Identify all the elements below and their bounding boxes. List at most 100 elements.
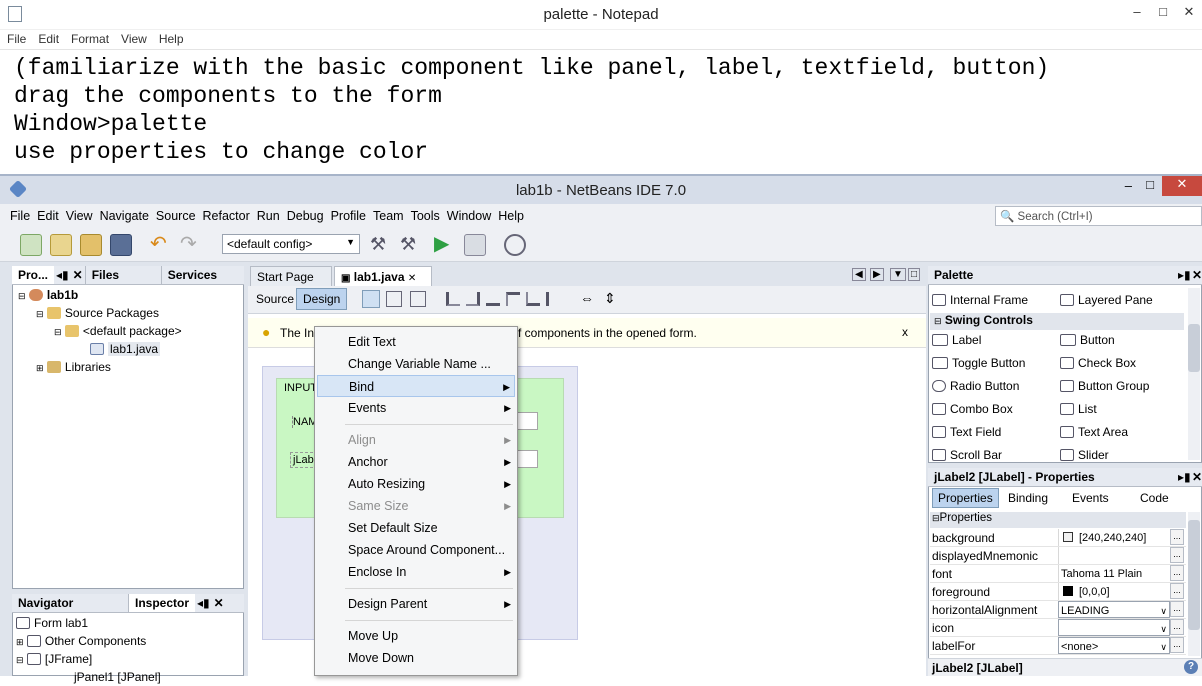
menu-profile[interactable]: Profile xyxy=(321,204,369,223)
maximize-icon[interactable]: □ xyxy=(1146,177,1154,192)
menu-file[interactable]: File xyxy=(0,30,31,46)
menu-item-set-default-size[interactable]: Set Default Size xyxy=(317,517,515,539)
minimize-icon[interactable]: ◂▮ xyxy=(195,594,212,612)
properties-scrollbar[interactable] xyxy=(1188,512,1200,656)
palette-item-button-group[interactable]: Button Group xyxy=(1060,379,1149,393)
tree-node-libraries[interactable]: ⊞ Libraries xyxy=(18,358,182,376)
menu-item-align[interactable]: Align ▶ xyxy=(317,429,515,451)
ellipsis-button[interactable]: ... xyxy=(1170,583,1184,599)
property-row-font[interactable]: font Tahoma 11 Plain... xyxy=(930,565,1186,583)
menu-view[interactable]: View xyxy=(114,30,152,46)
tab-properties[interactable]: Properties xyxy=(932,488,999,508)
property-row-foreground[interactable]: foreground [0,0,0]... xyxy=(930,583,1186,601)
tree-node-project[interactable]: ⊟ lab1b xyxy=(18,286,182,304)
close-icon[interactable]: ✕ xyxy=(1176,0,1202,26)
tab-lab1-java[interactable]: ▣ lab1.java ✕ xyxy=(334,266,432,286)
close-icon[interactable]: ✕ xyxy=(408,273,416,284)
build-icon[interactable]: ⚒ xyxy=(370,234,392,256)
align-right-icon[interactable] xyxy=(466,292,480,306)
source-button[interactable]: Source xyxy=(256,292,294,306)
menu-item-move-down[interactable]: Move Down xyxy=(317,647,515,669)
tab-code[interactable]: Code xyxy=(1140,491,1169,505)
ellipsis-button[interactable]: ... xyxy=(1170,529,1184,545)
menu-help[interactable]: Help xyxy=(152,30,189,46)
menu-item-events[interactable]: Events ▶ xyxy=(317,397,515,419)
scroll-right-icon[interactable]: ▶ xyxy=(870,268,884,281)
palette-scrollbar[interactable] xyxy=(1188,288,1200,460)
help-icon[interactable]: ? xyxy=(1184,660,1198,674)
collapse-icon[interactable]: ⊟ xyxy=(932,513,940,523)
menu-item-space-around[interactable]: Space Around Component... xyxy=(317,539,515,561)
ellipsis-button[interactable]: ... xyxy=(1170,601,1184,617)
property-row-horizontal-alignment[interactable]: horizontalAlignment LEADING ∨... xyxy=(930,601,1186,619)
inspector-jframe[interactable]: ⊟ [JFrame] xyxy=(16,650,161,668)
tab-projects[interactable]: Pro... xyxy=(12,266,55,284)
property-row-icon[interactable]: icon ∨... xyxy=(930,619,1186,637)
expand-icon[interactable]: ⊟ xyxy=(54,327,62,337)
tab-binding[interactable]: Binding xyxy=(1008,491,1048,505)
menu-window[interactable]: Window xyxy=(437,204,494,223)
expand-icon[interactable]: ⊟ xyxy=(18,291,26,301)
ellipsis-button[interactable]: ... xyxy=(1170,637,1184,653)
close-icon[interactable]: x xyxy=(902,325,908,339)
scrollbar-thumb[interactable] xyxy=(1188,324,1200,372)
center-horizontal-icon[interactable] xyxy=(486,292,500,306)
menu-item-anchor[interactable]: Anchor ▶ xyxy=(317,451,515,473)
new-project-icon[interactable] xyxy=(50,234,72,256)
tab-events[interactable]: Events xyxy=(1072,491,1109,505)
tree-node-source-packages[interactable]: ⊟ Source Packages xyxy=(18,304,182,322)
menu-item-enclose-in[interactable]: Enclose In ▶ xyxy=(317,561,515,583)
properties-section[interactable]: ⊟Properties xyxy=(930,512,1186,528)
preview-icon[interactable] xyxy=(410,291,426,307)
undo-icon[interactable]: ↶ xyxy=(150,234,172,256)
resize-horizontal-icon[interactable]: ⇔ xyxy=(580,290,594,306)
debug-icon[interactable] xyxy=(464,234,486,256)
config-select[interactable]: <default config> ▼ xyxy=(222,234,360,254)
ellipsis-button[interactable]: ... xyxy=(1170,547,1184,563)
design-button[interactable]: Design xyxy=(296,288,348,310)
palette-item-slider[interactable]: Slider xyxy=(1060,448,1109,462)
align-bottom-icon[interactable] xyxy=(526,292,540,306)
property-row-label-for[interactable]: labelFor <none> ∨... xyxy=(930,637,1186,655)
palette-item-check-box[interactable]: Check Box xyxy=(1060,356,1136,370)
palette-item-toggle-button[interactable]: Toggle Button xyxy=(932,356,1025,370)
palette-item-label[interactable]: Label xyxy=(932,333,981,347)
tab-start-page[interactable]: Start Page ✕ xyxy=(250,266,332,298)
expand-icon[interactable]: ⊞ xyxy=(36,363,44,373)
inspector-other[interactable]: ⊞ Other Components xyxy=(16,632,161,650)
chevron-down-icon[interactable]: ∨ xyxy=(1160,602,1167,620)
property-row-background[interactable]: background [240,240,240]... xyxy=(930,529,1186,547)
chevron-down-icon[interactable]: ∨ xyxy=(1160,620,1167,638)
scroll-left-icon[interactable]: ◀ xyxy=(852,268,866,281)
tab-services[interactable]: Services xyxy=(160,266,223,284)
menu-item-bind[interactable]: Bind ▶ xyxy=(317,375,515,397)
minimize-icon[interactable]: ◂▮ xyxy=(54,266,71,284)
maximize-icon[interactable]: □ xyxy=(1150,0,1176,26)
expand-icon[interactable]: ⊞ xyxy=(16,637,24,647)
menu-help[interactable]: Help xyxy=(488,204,527,223)
maximize-icon[interactable]: □ xyxy=(908,268,921,281)
close-icon[interactable]: ✕ xyxy=(71,266,85,284)
close-icon[interactable]: ✕ xyxy=(212,594,226,612)
palette-item-text-field[interactable]: Text Field xyxy=(932,425,1001,439)
menu-navigate[interactable]: Navigate xyxy=(90,204,152,223)
palette-item-combo-box[interactable]: Combo Box xyxy=(932,402,1013,416)
profile-icon[interactable] xyxy=(504,234,526,256)
input-label[interactable]: INPUT xyxy=(284,382,317,394)
menu-item-change-variable-name[interactable]: Change Variable Name ... xyxy=(317,353,515,375)
collapse-icon[interactable]: ⊟ xyxy=(934,316,942,326)
menu-edit[interactable]: Edit xyxy=(31,30,64,46)
palette-item-text-area[interactable]: Text Area xyxy=(1060,425,1128,439)
scrollbar-thumb[interactable] xyxy=(1188,520,1200,630)
menu-debug[interactable]: Debug xyxy=(277,204,327,223)
redo-icon[interactable]: ↷ xyxy=(180,234,202,256)
tree-node-file[interactable]: lab1.java xyxy=(18,340,182,358)
ellipsis-button[interactable]: ... xyxy=(1170,619,1184,635)
open-project-icon[interactable] xyxy=(80,234,102,256)
inspector-jpanel[interactable]: jPanel1 [JPanel] xyxy=(16,668,161,686)
palette-item-radio-button[interactable]: Radio Button xyxy=(932,379,1019,393)
inspector-form[interactable]: Form lab1 xyxy=(16,614,161,632)
menu-item-auto-resizing[interactable]: Auto Resizing ▶ xyxy=(317,473,515,495)
palette-item-scroll-bar[interactable]: Scroll Bar xyxy=(932,448,1002,462)
chevron-down-icon[interactable]: ∨ xyxy=(1160,638,1167,656)
